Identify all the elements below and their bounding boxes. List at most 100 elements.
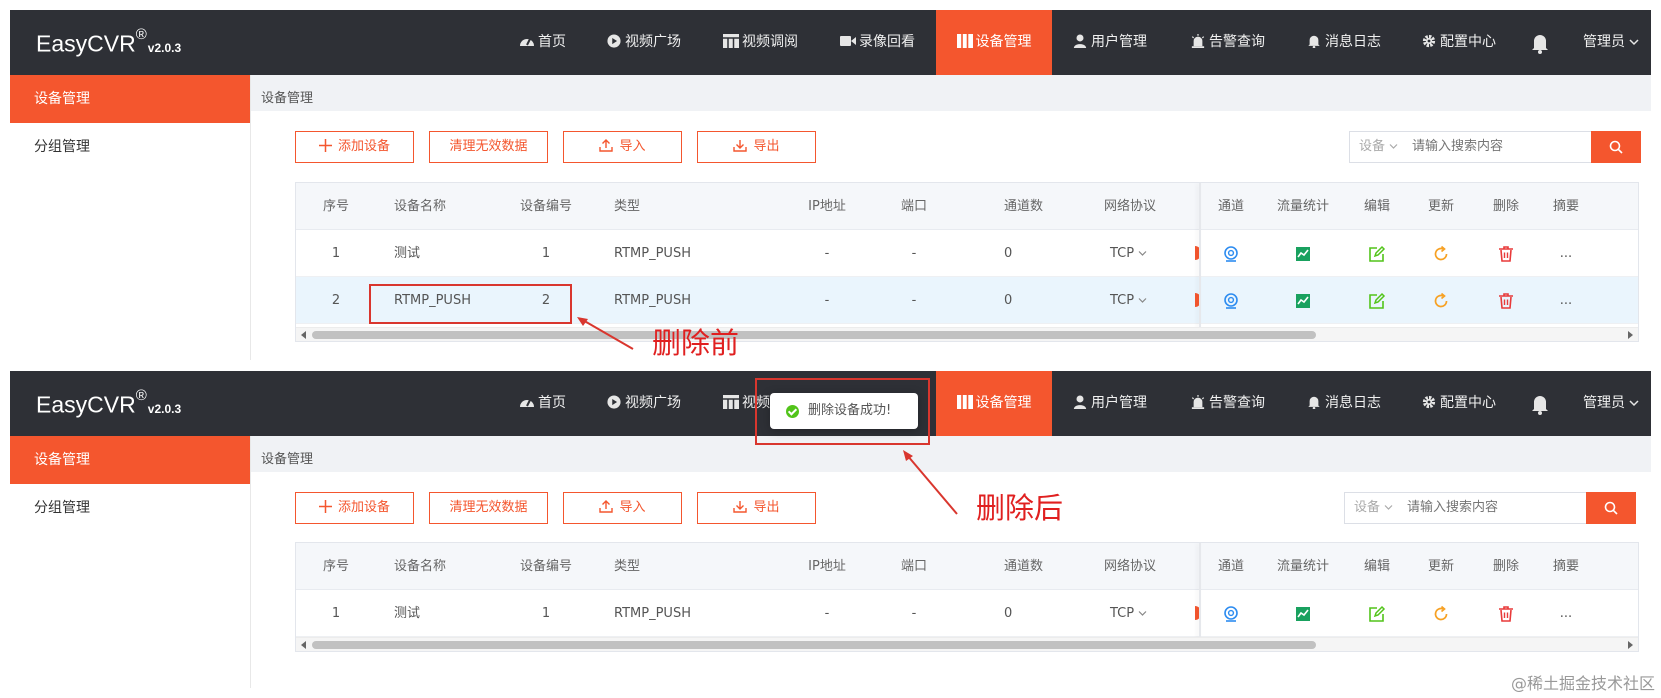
import-button[interactable]: 导入 <box>563 492 682 524</box>
channel-icon[interactable] <box>1222 605 1240 623</box>
sidebar-item-device-manage[interactable]: 设备管理 <box>10 75 250 123</box>
nav-config-center[interactable]: 配置中心 <box>1421 10 1496 75</box>
chevron-down-icon <box>1138 298 1147 303</box>
nav-alarm[interactable]: 告警查询 <box>1190 10 1265 75</box>
search-box: 设备 <box>1344 492 1626 524</box>
nav-message-log[interactable]: 消息日志 <box>1306 10 1381 75</box>
cell-ip: - <box>824 606 830 621</box>
notification-bell-icon[interactable] <box>1530 393 1550 415</box>
search-icon <box>1604 501 1618 515</box>
nav-video-square[interactable]: 视频广场 <box>606 371 681 436</box>
trash-icon[interactable] <box>1497 245 1515 263</box>
cell-channel-count: 0 <box>1004 246 1013 261</box>
nav-user-manage[interactable]: 用户管理 <box>1072 371 1147 436</box>
highlight-box-toast <box>755 378 930 445</box>
traffic-chart-icon[interactable] <box>1294 605 1312 623</box>
add-device-button[interactable]: 添加设备 <box>295 131 414 163</box>
plus-icon <box>318 139 332 152</box>
fixed-column-divider <box>1199 183 1201 341</box>
protocol-select[interactable]: TCP <box>1110 277 1147 324</box>
cell-index: 1 <box>331 246 341 261</box>
search-type-select[interactable]: 设备 <box>1345 493 1405 523</box>
user-icon <box>1073 34 1087 48</box>
col-device-name: 设备名称 <box>394 559 447 574</box>
horizontal-scrollbar[interactable] <box>296 637 1638 651</box>
col-traffic: 流量统计 <box>1276 559 1329 574</box>
sidebar-item-device-manage[interactable]: 设备管理 <box>10 436 250 484</box>
col-port: 端口 <box>900 199 927 214</box>
traffic-chart-icon[interactable] <box>1294 245 1312 263</box>
refresh-icon[interactable] <box>1432 292 1450 310</box>
add-device-button[interactable]: 添加设备 <box>295 492 414 524</box>
channel-icon[interactable] <box>1222 245 1240 263</box>
cell-ip: - <box>824 293 830 308</box>
nav-video-square[interactable]: 视频广场 <box>606 10 681 75</box>
nav-home[interactable]: 首页 <box>519 371 566 436</box>
table-row[interactable]: 1 测试 1 RTMP_PUSH - - 0 TCP ... <box>296 590 1638 637</box>
nav-device-manage[interactable]: 设备管理 <box>936 371 1052 436</box>
nav-user-manage[interactable]: 用户管理 <box>1072 10 1147 75</box>
protocol-select[interactable]: TCP <box>1110 230 1147 277</box>
cell-port: - <box>911 606 917 621</box>
notification-bell-icon[interactable] <box>1530 32 1550 54</box>
nav-video-browse[interactable]: 视频调阅 <box>723 10 798 75</box>
nav-device-manage[interactable]: 设备管理 <box>936 10 1052 75</box>
protocol-select[interactable]: TCP <box>1110 590 1147 637</box>
gear-icon <box>1422 34 1436 48</box>
nav-config-center[interactable]: 配置中心 <box>1421 371 1496 436</box>
bell-icon <box>1308 35 1320 48</box>
cell-summary[interactable]: ... <box>1541 230 1591 277</box>
dashboard-icon <box>520 38 534 46</box>
clean-invalid-data-button[interactable]: 清理无效数据 <box>429 492 548 524</box>
channel-icon[interactable] <box>1222 292 1240 310</box>
col-channel-count: 通道数 <box>1004 199 1044 214</box>
export-button[interactable]: 导出 <box>697 131 816 163</box>
cell-summary[interactable]: ... <box>1541 590 1591 637</box>
upload-icon <box>599 500 614 513</box>
cell-type: RTMP_PUSH <box>614 246 691 261</box>
edit-icon[interactable] <box>1368 605 1386 623</box>
search-type-select[interactable]: 设备 <box>1350 132 1410 162</box>
cell-type: RTMP_PUSH <box>614 606 691 621</box>
refresh-icon[interactable] <box>1432 605 1450 623</box>
download-icon <box>733 501 748 513</box>
cell-device-code: 1 <box>541 246 551 261</box>
col-summary: 摘要 <box>1552 559 1579 574</box>
sidebar: 设备管理 分组管理 <box>10 75 251 360</box>
video-camera-icon <box>840 36 856 46</box>
search-button[interactable] <box>1586 492 1636 524</box>
nav-message-log[interactable]: 消息日志 <box>1306 371 1381 436</box>
table-header: 序号 设备名称 设备编号 类型 IP地址 端口 通道数 网络协议 通道 流量统计… <box>296 543 1638 590</box>
nav-playback[interactable]: 录像回看 <box>840 10 915 75</box>
trash-icon[interactable] <box>1497 605 1515 623</box>
edit-icon[interactable] <box>1368 245 1386 263</box>
admin-menu[interactable]: 管理员 <box>1583 371 1639 436</box>
nav-alarm[interactable]: 告警查询 <box>1190 371 1265 436</box>
search-button[interactable] <box>1591 131 1641 163</box>
trash-icon[interactable] <box>1497 292 1515 310</box>
table-row[interactable]: 1 测试 1 RTMP_PUSH - - 0 TCP ... <box>296 230 1638 277</box>
col-update: 更新 <box>1427 199 1454 214</box>
device-icon <box>956 395 973 409</box>
device-icon <box>956 34 973 48</box>
cell-summary[interactable]: ... <box>1541 277 1591 324</box>
export-button[interactable]: 导出 <box>697 492 816 524</box>
chevron-down-icon <box>1384 505 1393 510</box>
download-icon <box>733 140 748 152</box>
gear-icon <box>1422 395 1436 409</box>
sidebar-item-group-manage[interactable]: 分组管理 <box>10 484 250 532</box>
clean-invalid-data-button[interactable]: 清理无效数据 <box>429 131 548 163</box>
sidebar-item-group-manage[interactable]: 分组管理 <box>10 123 250 171</box>
col-ip: IP地址 <box>808 559 846 574</box>
nav-home[interactable]: 首页 <box>519 10 566 75</box>
annotation-arrow-after <box>903 450 958 515</box>
table-header: 序号 设备名称 设备编号 类型 IP地址 端口 通道数 网络协议 通道 流量统计… <box>296 183 1638 230</box>
refresh-icon[interactable] <box>1432 245 1450 263</box>
col-channel: 通道 <box>1217 559 1244 574</box>
horizontal-scrollbar[interactable] <box>296 327 1638 341</box>
traffic-chart-icon[interactable] <box>1294 292 1312 310</box>
edit-icon[interactable] <box>1368 292 1386 310</box>
col-type: 类型 <box>614 199 641 214</box>
import-button[interactable]: 导入 <box>563 131 682 163</box>
admin-menu[interactable]: 管理员 <box>1583 10 1639 75</box>
